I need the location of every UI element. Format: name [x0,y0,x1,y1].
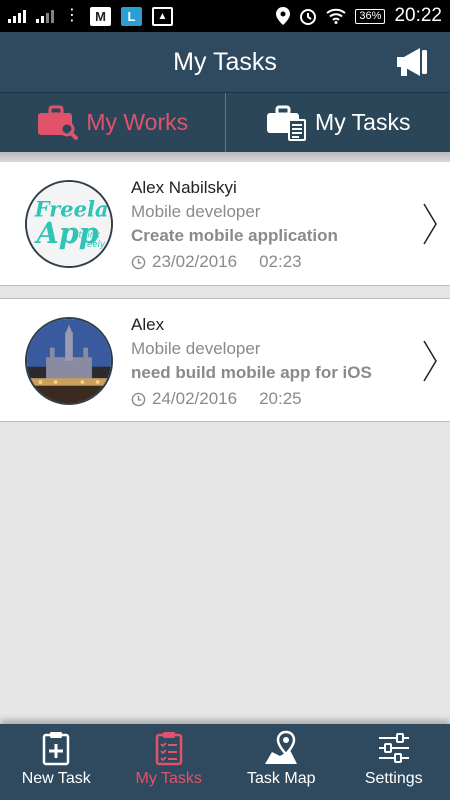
alarm-icon [300,9,317,25]
task-date: 24/02/2016 [152,389,238,408]
task-datetime: 24/02/2016 20:25 [131,387,372,411]
task-author: Alex [131,315,165,334]
tab-bar: My Works My Tasks [0,92,450,152]
nav-new-task[interactable]: New Task [0,724,113,800]
signal-2-icon [36,9,54,23]
status-time: 20:22 [394,5,442,26]
briefcase-search-icon [38,105,79,140]
wifi-icon [326,8,347,24]
page-title: My Tasks [173,47,277,76]
clock-icon [131,255,146,269]
task-description: Create mobile application [131,226,338,245]
map-pin-icon [265,730,298,764]
gmail-icon: M [90,6,111,26]
signal-icon [8,9,26,23]
task-date: 23/02/2016 [152,252,238,271]
task-list: Freelance App think freely Alex Nabilsky… [0,162,450,422]
bottom-navigation: New Task My Tasks Task Map Settings [0,724,450,800]
app-notification-icon: L [121,6,142,26]
task-author: Alex Nabilskyi [131,178,237,197]
tab-my-works-label: My Works [86,109,189,135]
location-icon [276,7,291,25]
task-role: Mobile developer [131,339,261,358]
avatar: Freelance App think freely [25,180,113,268]
more-icon: ⋮ [64,7,80,24]
nav-settings-label: Settings [364,770,423,787]
briefcase-document-icon [267,105,307,141]
sliders-icon [378,733,409,763]
nav-my-tasks-label: My Tasks [135,770,202,787]
clipboard-list-icon [155,732,182,766]
task-time: 02:23 [259,252,302,271]
nav-task-map-label: Task Map [247,770,316,787]
chevron-right-icon[interactable] [422,202,438,246]
task-datetime: 23/02/2016 02:23 [131,250,338,274]
avatar [25,317,113,405]
image-icon: ▲ [152,6,173,26]
task-row[interactable]: Alex Mobile developer need build mobile … [0,298,450,422]
task-time: 20:25 [259,389,302,408]
status-bar: ⋮ M L ▲ 36% 20:22 [0,0,450,32]
task-description: need build mobile app for iOS [131,363,372,382]
task-role: Mobile developer [131,202,261,221]
svg-text:freely: freely [80,240,105,250]
megaphone-icon[interactable] [394,46,430,78]
battery-indicator: 36% [355,8,386,24]
tab-my-tasks-label: My Tasks [315,109,411,135]
task-row[interactable]: Freelance App think freely Alex Nabilsky… [0,162,450,286]
clipboard-plus-icon [43,732,70,766]
app-header: My Tasks [0,32,450,92]
nav-new-task-label: New Task [21,770,91,787]
svg-text:think: think [79,230,102,240]
city-hall-photo [27,319,111,403]
freelance-app-logo: Freelance App think freely [27,182,111,266]
nav-task-map[interactable]: Task Map [225,724,338,800]
nav-my-tasks[interactable]: My Tasks [113,724,226,800]
chevron-right-icon[interactable] [422,339,438,383]
tab-my-tasks[interactable]: My Tasks [224,93,450,152]
clock-icon [131,392,146,406]
nav-settings[interactable]: Settings [338,724,450,800]
tab-my-works[interactable]: My Works [0,93,225,152]
